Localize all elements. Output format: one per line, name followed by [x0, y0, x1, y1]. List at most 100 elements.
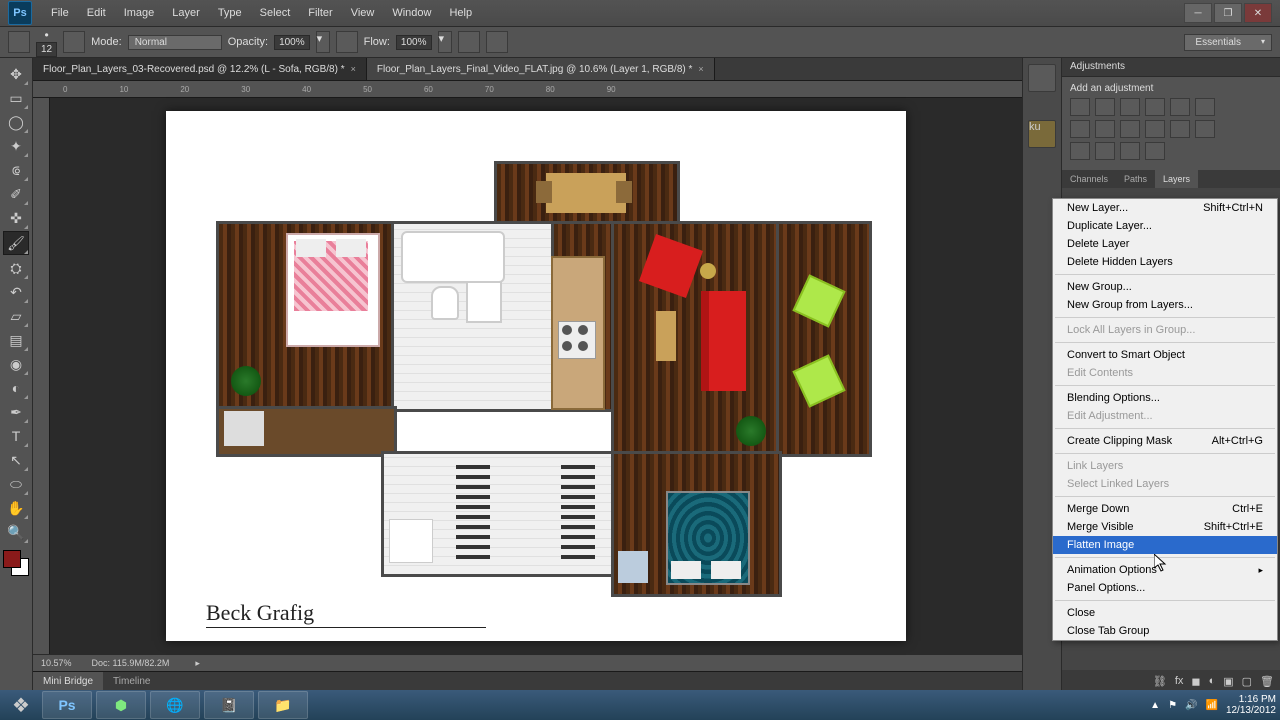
tool-zoom[interactable]: 🔍 [4, 521, 28, 543]
trash-icon[interactable]: 🗑 [1260, 675, 1274, 688]
menu-layer[interactable]: Layer [163, 0, 209, 26]
adj-icon[interactable] [1145, 120, 1165, 138]
window-maximize[interactable]: ❐ [1214, 3, 1242, 23]
menu-item[interactable]: Create Clipping MaskAlt+Ctrl+G [1053, 432, 1277, 450]
taskbar-app[interactable]: 🌐 [150, 691, 200, 719]
menu-item[interactable]: Flatten Image [1053, 536, 1277, 554]
clock[interactable]: 1:16 PM 12/13/2012 [1226, 694, 1276, 716]
menu-item[interactable]: Panel Options... [1053, 579, 1277, 597]
menu-item[interactable]: New Group from Layers... [1053, 296, 1277, 314]
adj-icon[interactable] [1145, 98, 1165, 116]
tray-icon[interactable]: 📶 [1205, 700, 1217, 711]
ruler-vertical[interactable] [33, 98, 50, 654]
tool-pen[interactable]: ✒ [4, 401, 28, 423]
menu-window[interactable]: Window [383, 0, 440, 26]
menu-item[interactable]: Delete Layer [1053, 235, 1277, 253]
adj-icon[interactable] [1070, 120, 1090, 138]
menu-item[interactable]: New Group... [1053, 278, 1277, 296]
close-tab-icon[interactable]: × [351, 64, 356, 74]
adj-icon[interactable] [1170, 98, 1190, 116]
channels-tab[interactable]: Channels [1062, 170, 1116, 188]
window-minimize[interactable]: ─ [1184, 3, 1212, 23]
foreground-color[interactable] [3, 550, 21, 568]
timeline-tab[interactable]: Timeline [103, 672, 160, 692]
tool-type[interactable]: T [4, 425, 28, 447]
tool-crop[interactable]: ⟃ [4, 159, 28, 181]
menu-type[interactable]: Type [209, 0, 251, 26]
adj-icon[interactable] [1145, 142, 1165, 160]
tool-brush[interactable]: 🖌 [3, 231, 29, 255]
menu-select[interactable]: Select [251, 0, 300, 26]
opacity-flyout[interactable]: ▾ [316, 31, 330, 53]
menu-filter[interactable]: Filter [299, 0, 341, 26]
paths-tab[interactable]: Paths [1116, 170, 1155, 188]
tool-marquee[interactable]: ▭ [4, 87, 28, 109]
tool-lasso[interactable]: ◯ [4, 111, 28, 133]
tool-hand[interactable]: ✋ [4, 497, 28, 519]
tool-history[interactable]: ↶ [4, 281, 28, 303]
document-tab[interactable]: Floor_Plan_Layers_03-Recovered.psd @ 12.… [33, 58, 367, 80]
window-close[interactable]: ✕ [1244, 3, 1272, 23]
menu-item[interactable]: Duplicate Layer... [1053, 217, 1277, 235]
tool-move[interactable]: ✥ [4, 63, 28, 85]
layers-tab[interactable]: Layers [1155, 170, 1198, 188]
tray-icon[interactable]: 🔊 [1185, 700, 1197, 711]
tool-dodge[interactable]: ◐ [4, 377, 28, 399]
tool-path[interactable]: ↖ [4, 449, 28, 471]
color-swatches[interactable] [3, 550, 29, 576]
adj-icon[interactable] [1170, 120, 1190, 138]
adj-icon[interactable] [1120, 120, 1140, 138]
adjustments-header[interactable]: Adjustments [1062, 58, 1280, 77]
taskbar-app[interactable]: 📁 [258, 691, 308, 719]
menu-item[interactable]: Merge VisibleShift+Ctrl+E [1053, 518, 1277, 536]
adj-icon[interactable] [1070, 142, 1090, 160]
tablet-opacity-icon[interactable] [336, 31, 358, 53]
fx-icon[interactable]: fx [1175, 675, 1184, 687]
menu-image[interactable]: Image [115, 0, 164, 26]
adj-icon[interactable] [1195, 98, 1215, 116]
menu-help[interactable]: Help [440, 0, 481, 26]
brush-panel-toggle[interactable] [63, 31, 85, 53]
close-tab-icon[interactable]: × [698, 64, 703, 74]
taskbar-app[interactable]: ⬢ [96, 691, 146, 719]
menu-file[interactable]: File [42, 0, 78, 26]
document-tab[interactable]: Floor_Plan_Layers_Final_Video_FLAT.jpg @… [367, 58, 715, 80]
adj-icon[interactable] [1120, 98, 1140, 116]
opacity-value[interactable]: 100% [274, 35, 310, 50]
adj-icon[interactable] [1095, 120, 1115, 138]
airbrush-icon[interactable] [458, 31, 480, 53]
tool-blur[interactable]: ◉ [4, 353, 28, 375]
menu-item[interactable]: Merge DownCtrl+E [1053, 500, 1277, 518]
tool-preset-picker[interactable] [8, 31, 30, 53]
blend-mode-select[interactable]: Normal [128, 35, 222, 50]
brush-size[interactable]: 12 [36, 42, 57, 57]
tool-eraser[interactable]: ▱ [4, 305, 28, 327]
menu-item[interactable]: Convert to Smart Object [1053, 346, 1277, 364]
adj-icon[interactable] [1095, 142, 1115, 160]
menu-item[interactable]: Close Tab Group [1053, 622, 1277, 640]
tool-eyedrop[interactable]: ✐ [4, 183, 28, 205]
mini-bridge-tab[interactable]: Mini Bridge [33, 672, 103, 692]
tray-icon[interactable]: ⚑ [1168, 700, 1177, 711]
panel-icon[interactable] [1028, 64, 1056, 92]
tray-icon[interactable]: ▲ [1150, 700, 1160, 711]
doc-size-status[interactable]: Doc: 115.9M/82.2M [92, 658, 170, 668]
menu-item[interactable]: Close [1053, 604, 1277, 622]
canvas[interactable]: Beck Grafig [50, 98, 1022, 654]
flow-flyout[interactable]: ▾ [438, 31, 452, 53]
mask-icon[interactable]: ◼ [1191, 675, 1200, 688]
tool-shape[interactable]: ⬭ [4, 473, 28, 495]
ruler-horizontal[interactable]: 0102030405060708090 [33, 81, 1022, 98]
group-icon[interactable]: ▣ [1223, 675, 1233, 688]
tool-wand[interactable]: ✦ [4, 135, 28, 157]
panel-icon[interactable]: ku [1028, 120, 1056, 148]
workspace-switcher[interactable]: Essentials [1184, 34, 1272, 51]
link-layers-icon[interactable]: ⛓ [1153, 675, 1167, 688]
taskbar-app[interactable]: 📓 [204, 691, 254, 719]
taskbar-app[interactable]: Ps [42, 691, 92, 719]
start-button[interactable]: ❖ [4, 690, 38, 720]
tool-heal[interactable]: ✜ [4, 207, 28, 229]
adj-icon[interactable] [1120, 142, 1140, 160]
adj-icon[interactable] [1095, 98, 1115, 116]
adjustment-layer-icon[interactable]: ◐ [1209, 675, 1216, 687]
